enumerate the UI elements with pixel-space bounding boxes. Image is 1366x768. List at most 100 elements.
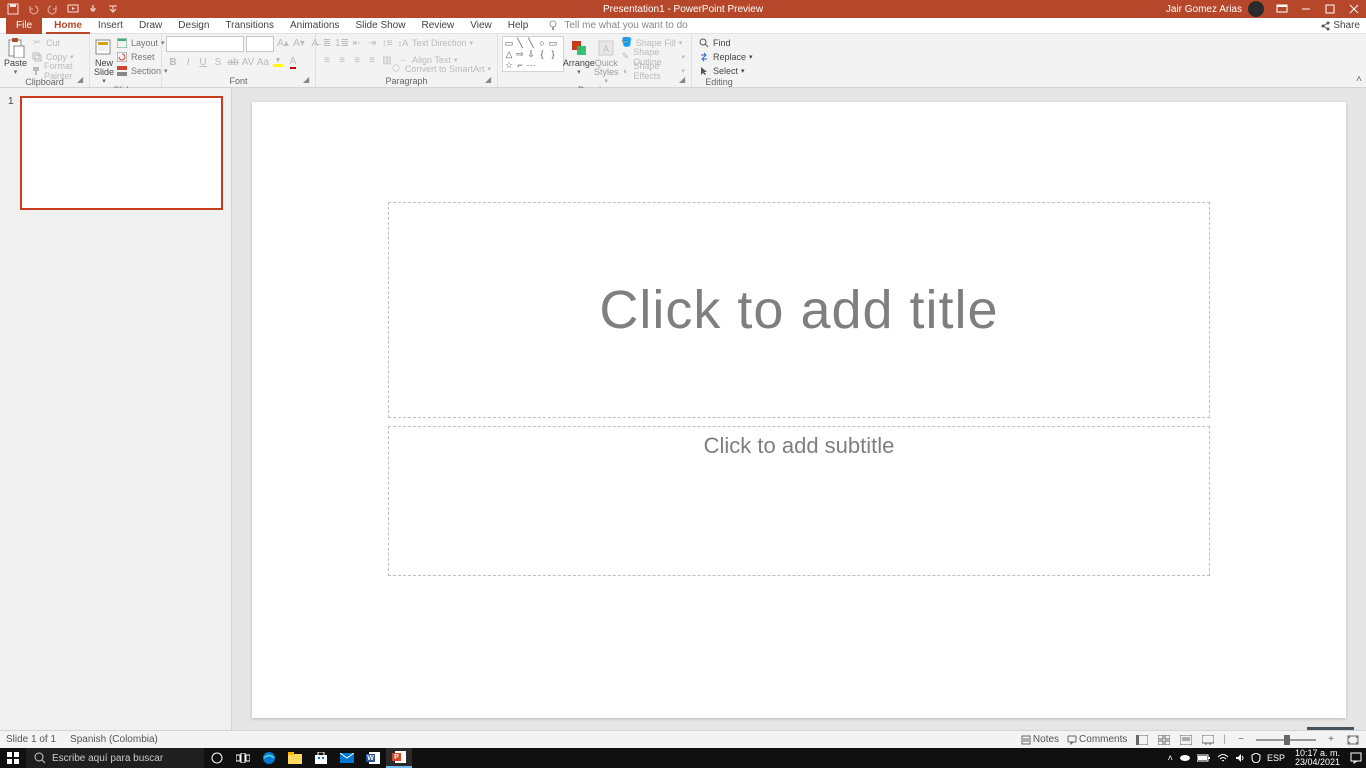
notes-button[interactable]: Notes <box>1021 734 1059 745</box>
tab-home[interactable]: Home <box>46 18 90 34</box>
redo-icon[interactable] <box>46 2 60 16</box>
touch-mode-icon[interactable] <box>86 2 100 16</box>
align-left-icon[interactable]: ≡ <box>320 53 334 67</box>
quick-styles-button[interactable]: A Quick Styles ▾ <box>594 36 619 85</box>
ribbon-display-icon[interactable] <box>1270 0 1294 18</box>
increase-font-icon[interactable]: A▴ <box>276 36 290 50</box>
new-slide-button[interactable]: New Slide ▾ <box>94 36 114 85</box>
italic-button[interactable]: I <box>181 55 195 69</box>
shape-oval-icon[interactable]: ○ <box>537 38 547 48</box>
shape-brace-l-icon[interactable]: { <box>537 49 547 59</box>
slide-sorter-icon[interactable] <box>1157 733 1171 747</box>
start-button[interactable] <box>0 748 26 768</box>
tab-slide-show[interactable]: Slide Show <box>347 18 413 34</box>
cut-button[interactable]: ✂Cut <box>29 36 85 49</box>
tray-chevron-icon[interactable]: ˄ <box>1168 753 1173 763</box>
store-icon[interactable] <box>308 748 334 768</box>
title-placeholder[interactable]: Click to add title <box>388 202 1210 418</box>
file-explorer-icon[interactable] <box>282 748 308 768</box>
edge-icon[interactable] <box>256 748 282 768</box>
file-tab[interactable]: File <box>6 18 42 34</box>
align-center-icon[interactable]: ≡ <box>335 53 349 67</box>
user-name[interactable]: Jair Gomez Arias <box>1166 4 1242 15</box>
font-launcher-icon[interactable]: ◢ <box>303 75 313 85</box>
select-button[interactable]: Select▾ <box>696 64 755 77</box>
tab-draw[interactable]: Draw <box>131 18 170 34</box>
slide-counter[interactable]: Slide 1 of 1 <box>6 734 56 745</box>
shape-arrow-r-icon[interactable]: ⇨ <box>515 49 525 59</box>
replace-button[interactable]: Replace▾ <box>696 50 755 63</box>
close-icon[interactable] <box>1342 0 1366 18</box>
decrease-font-icon[interactable]: A▾ <box>292 36 306 50</box>
bold-button[interactable]: B <box>166 55 180 69</box>
slide-show-icon[interactable] <box>1201 733 1215 747</box>
cortana-icon[interactable] <box>204 748 230 768</box>
numbering-icon[interactable]: 1≣ <box>335 36 349 50</box>
task-view-icon[interactable] <box>230 748 256 768</box>
clock[interactable]: 10:17 a. m. 23/04/2021 <box>1291 749 1344 767</box>
font-name-select[interactable] <box>166 36 244 52</box>
tab-help[interactable]: Help <box>500 18 537 34</box>
shape-star-icon[interactable]: ☆ <box>504 60 514 70</box>
slide-editor[interactable]: Click to add title Click to add subtitle <box>232 88 1366 730</box>
comments-button[interactable]: Comments <box>1067 734 1127 745</box>
decrease-indent-icon[interactable]: ⇤ <box>350 36 364 50</box>
tab-animations[interactable]: Animations <box>282 18 347 34</box>
shape-rect-icon[interactable]: ▭ <box>504 38 514 48</box>
shape-arrow-d-icon[interactable]: ⇩ <box>526 49 536 59</box>
share-button[interactable]: Share <box>1320 20 1360 31</box>
char-spacing-icon[interactable]: AV <box>241 55 255 69</box>
thumbnail-preview[interactable] <box>20 96 223 210</box>
fit-window-icon[interactable] <box>1346 733 1360 747</box>
maximize-icon[interactable] <box>1318 0 1342 18</box>
drawing-launcher-icon[interactable]: ◢ <box>679 75 689 85</box>
justify-icon[interactable]: ≡ <box>365 53 379 67</box>
slide-canvas[interactable]: Click to add title Click to add subtitle <box>252 102 1346 718</box>
shape-line-icon[interactable]: ╲ <box>515 38 525 48</box>
shape-rect2-icon[interactable]: ▭ <box>548 38 558 48</box>
tab-design[interactable]: Design <box>170 18 217 34</box>
bullets-icon[interactable]: ≣ <box>320 36 334 50</box>
shape-line2-icon[interactable]: ╲ <box>526 38 536 48</box>
subtitle-placeholder[interactable]: Click to add subtitle <box>388 426 1210 576</box>
battery-icon[interactable] <box>1197 754 1211 762</box>
shape-brace-r-icon[interactable]: } <box>548 49 558 59</box>
shape-effects-button[interactable]: ◐Shape Effects▾ <box>619 64 687 77</box>
strikethrough-button[interactable]: ab <box>226 55 240 69</box>
shape-connector-icon[interactable]: ⌐ <box>515 60 525 70</box>
find-button[interactable]: Find <box>696 36 755 49</box>
shape-triangle-icon[interactable]: △ <box>504 49 514 59</box>
slide-thumbnails-panel[interactable]: 1 <box>0 88 232 730</box>
language-indicator[interactable]: ESP <box>1267 753 1285 763</box>
shapes-gallery[interactable]: ▭ ╲ ╲ ○ ▭ △ ⇨ ⇩ { } ☆ ⌐ ⋯ <box>502 36 564 72</box>
shadow-button[interactable]: S <box>211 55 225 69</box>
language-status[interactable]: Spanish (Colombia) <box>70 734 158 745</box>
avatar[interactable] <box>1248 1 1264 17</box>
taskbar-search[interactable]: Escribe aquí para buscar <box>26 748 204 768</box>
paragraph-launcher-icon[interactable]: ◢ <box>485 75 495 85</box>
minimize-icon[interactable] <box>1294 0 1318 18</box>
tab-transitions[interactable]: Transitions <box>217 18 282 34</box>
tab-view[interactable]: View <box>462 18 500 34</box>
tab-review[interactable]: Review <box>413 18 462 34</box>
tab-insert[interactable]: Insert <box>90 18 131 34</box>
align-right-icon[interactable]: ≡ <box>350 53 364 67</box>
qat-customize-icon[interactable] <box>106 2 120 16</box>
reading-view-icon[interactable] <box>1179 733 1193 747</box>
slide-thumbnail[interactable]: 1 <box>8 96 223 210</box>
line-spacing-icon[interactable]: ↕≡ <box>380 36 394 50</box>
mail-icon[interactable] <box>334 748 360 768</box>
powerpoint-icon[interactable]: P <box>386 748 412 768</box>
volume-icon[interactable] <box>1235 753 1245 763</box>
increase-indent-icon[interactable]: ⇥ <box>365 36 379 50</box>
wifi-icon[interactable] <box>1217 753 1229 763</box>
normal-view-icon[interactable] <box>1135 733 1149 747</box>
security-icon[interactable] <box>1251 753 1261 763</box>
autosave-icon[interactable] <box>6 2 20 16</box>
underline-button[interactable]: U <box>196 55 210 69</box>
paste-button[interactable]: Paste ▾ <box>4 36 27 76</box>
undo-icon[interactable] <box>26 2 40 16</box>
onedrive-icon[interactable] <box>1179 754 1191 762</box>
arrange-button[interactable]: Arrange ▾ <box>564 36 594 76</box>
tell-me-search[interactable]: Tell me what you want to do <box>548 20 687 32</box>
